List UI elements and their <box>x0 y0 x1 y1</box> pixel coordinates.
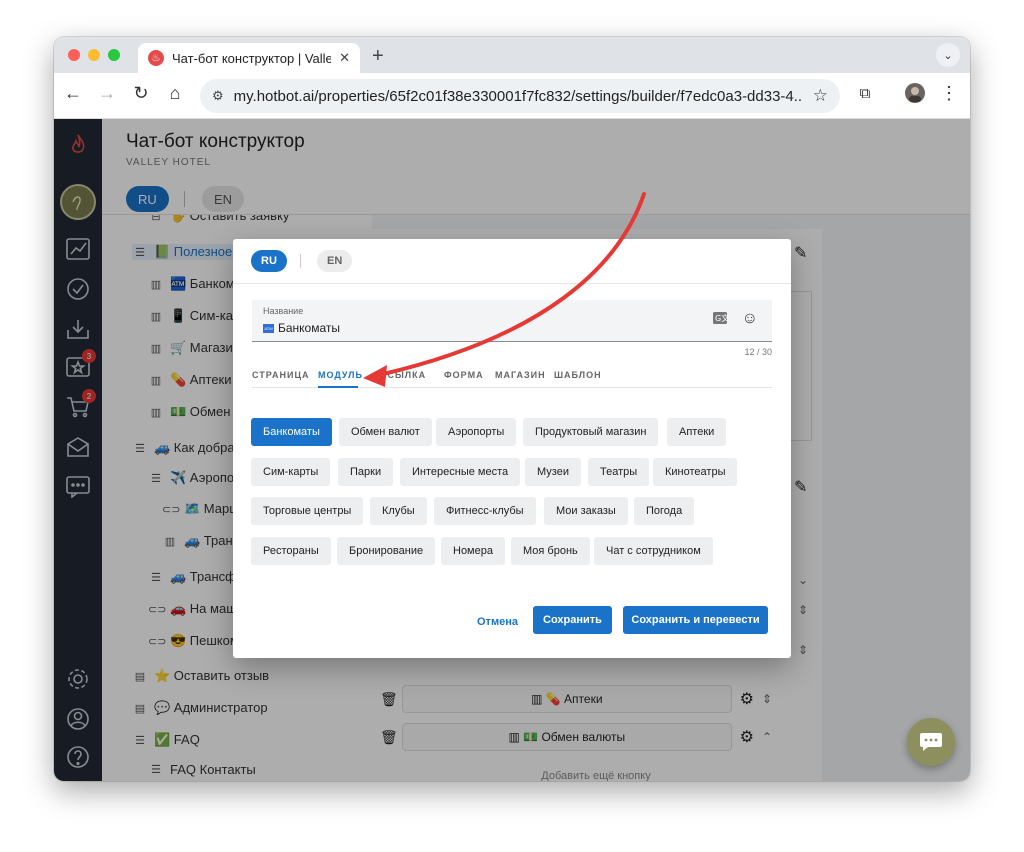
new-tab-button[interactable]: + <box>372 45 384 68</box>
name-field[interactable]: Название ATM Банкоматы G文 ☺ <box>252 300 772 342</box>
browser-toolbar: ← → ↻ ⌂ ⚙ my.hotbot.ai/properties/65f2c0… <box>54 73 970 119</box>
bookmark-star-icon[interactable]: ☆ <box>813 86 828 106</box>
modal-lang-divider <box>300 254 301 268</box>
module-chip-rooms[interactable]: Номера <box>441 537 505 565</box>
save-and-translate-button[interactable]: Сохранить и перевести <box>623 606 768 634</box>
save-button[interactable]: Сохранить <box>533 606 612 634</box>
chat-bubble-icon <box>920 733 942 751</box>
module-chip-theatres[interactable]: Театры <box>588 458 650 486</box>
module-chip-parks[interactable]: Парки <box>338 458 394 486</box>
module-chip-atm[interactable]: Банкоматы <box>251 418 332 446</box>
modal-lang-ru[interactable]: RU <box>251 250 287 272</box>
hotbot-favicon-icon: ♨ <box>148 50 164 66</box>
module-chip-my-booking[interactable]: Моя бронь <box>511 537 590 565</box>
forward-icon[interactable]: → <box>96 83 118 104</box>
module-chip-malls[interactable]: Торговые центры <box>251 497 364 525</box>
emoji-picker-icon[interactable]: ☺ <box>742 310 758 331</box>
tab-form[interactable]: ФОРМА <box>444 370 484 380</box>
module-chip-restaurants[interactable]: Рестораны <box>251 537 331 565</box>
name-field-value[interactable]: ATM Банкоматы <box>263 321 340 335</box>
translate-icon[interactable]: G文 <box>712 310 729 331</box>
tab-template[interactable]: ШАБЛОН <box>554 370 602 380</box>
reload-icon[interactable]: ↻ <box>130 83 152 104</box>
link-type-tabs: СТРАНИЦА МОДУЛЬ ССЫЛКА ФОРМА МАГАЗИН ШАБ… <box>252 366 772 388</box>
module-chip-grocery[interactable]: Продуктовый магазин <box>523 418 659 446</box>
module-chip-booking[interactable]: Бронирование <box>337 537 436 565</box>
browser-menu-icon[interactable]: ⋮ <box>938 83 960 104</box>
module-chip-weather[interactable]: Погода <box>634 497 695 525</box>
module-chip-museums[interactable]: Музеи <box>525 458 581 486</box>
module-chip-sim[interactable]: Сим-карты <box>251 458 331 486</box>
tab-shop[interactable]: МАГАЗИН <box>495 370 546 380</box>
extensions-icon[interactable]: ⧉ <box>854 85 876 102</box>
address-bar[interactable]: ⚙ my.hotbot.ai/properties/65f2c01f38e330… <box>200 79 840 113</box>
name-field-label: Название <box>263 306 304 316</box>
atm-emoji-icon: ATM <box>263 323 274 333</box>
tab-link[interactable]: ССЫЛКА <box>380 370 426 380</box>
module-chip-airports[interactable]: Аэропорты <box>436 418 517 446</box>
module-chip-pharmacy[interactable]: Аптеки <box>667 418 727 446</box>
profile-avatar[interactable] <box>904 82 926 109</box>
module-chip-cinemas[interactable]: Кинотеатры <box>653 458 738 486</box>
site-settings-icon[interactable]: ⚙ <box>212 88 224 104</box>
tab-search-button[interactable]: ⌄ <box>936 43 960 67</box>
modal-lang-en[interactable]: EN <box>317 250 353 272</box>
minimize-window-button[interactable] <box>88 49 100 61</box>
tab-page[interactable]: СТРАНИЦА <box>252 370 310 380</box>
tab-strip: ♨ Чат-бот конструктор | Valley Hotel ✕ +… <box>54 37 970 73</box>
edit-button-dialog: RU EN Название ATM Банкоматы G文 ☺ 12 / 30… <box>233 239 791 658</box>
browser-window: ♨ Чат-бот конструктор | Valley Hotel ✕ +… <box>54 37 970 781</box>
url-text[interactable]: my.hotbot.ai/properties/65f2c01f38e33000… <box>234 88 803 105</box>
active-tab-indicator <box>318 386 358 388</box>
browser-tab[interactable]: ♨ Чат-бот конструктор | Valley Hotel ✕ <box>138 43 360 73</box>
svg-text:G文: G文 <box>715 313 728 323</box>
module-chip-places[interactable]: Интересные места <box>400 458 521 486</box>
module-chip-chat-staff[interactable]: Чат с сотрудником <box>594 537 713 565</box>
module-chip-clubs[interactable]: Клубы <box>370 497 427 525</box>
maximize-window-button[interactable] <box>108 49 120 61</box>
field-actions: G文 ☺ <box>712 310 758 331</box>
tab-close-icon[interactable]: ✕ <box>339 50 350 66</box>
char-counter: 12 / 30 <box>744 347 772 357</box>
back-icon[interactable]: ← <box>62 83 84 104</box>
home-icon[interactable]: ⌂ <box>164 83 186 104</box>
module-chip-exchange[interactable]: Обмен валют <box>339 418 432 446</box>
modal-divider <box>233 283 791 284</box>
module-chip-fitness[interactable]: Фитнесс-клубы <box>434 497 536 525</box>
cancel-button[interactable]: Отмена <box>477 616 518 628</box>
tab-module[interactable]: МОДУЛЬ <box>318 370 363 380</box>
tab-title: Чат-бот конструктор | Valley Hotel <box>172 50 332 66</box>
chat-widget-button[interactable] <box>907 718 955 766</box>
module-chip-orders[interactable]: Мои заказы <box>544 497 628 525</box>
close-window-button[interactable] <box>68 49 80 61</box>
